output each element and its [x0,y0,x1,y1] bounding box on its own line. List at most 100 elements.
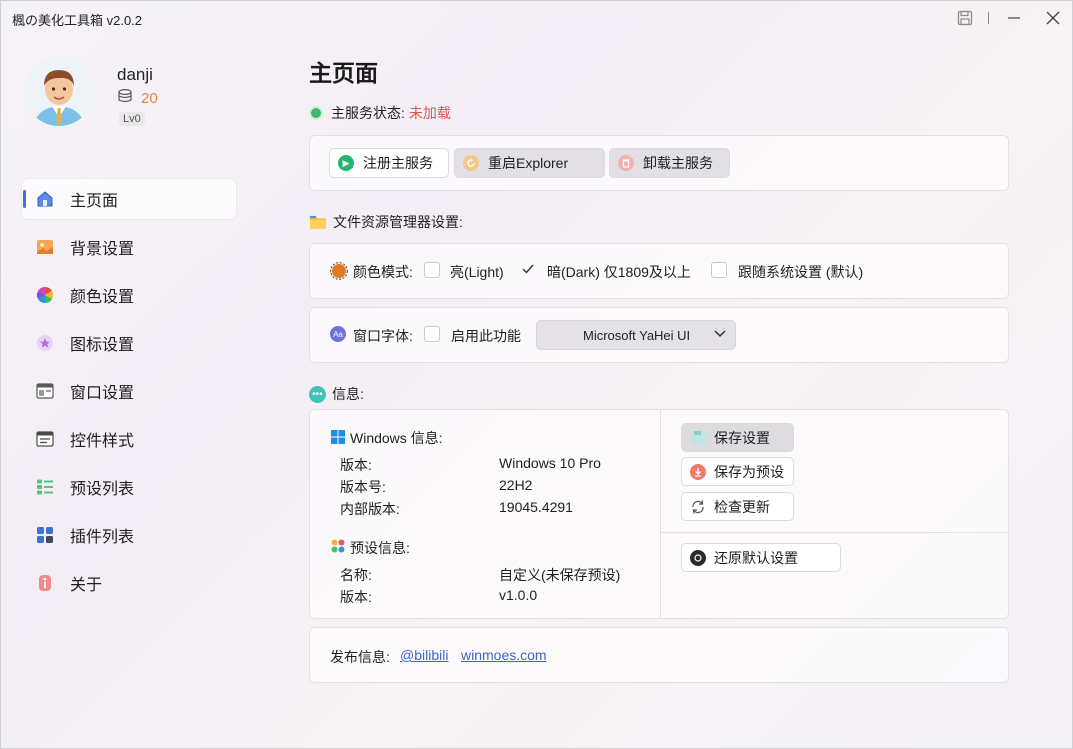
light-mode-checkbox[interactable] [424,262,440,278]
font-select[interactable]: Microsoft YaHei UI [536,320,736,350]
windows-info-title: Windows 信息: [350,430,443,446]
coin-count: 20 [141,90,158,107]
system-mode-label: 跟随系统设置 (默认) [738,264,864,280]
sidebar-item-background[interactable]: 背景设置 [22,227,236,267]
title-separator [988,12,989,24]
window-icon [36,382,54,400]
light-mode-label: 亮(Light) [450,264,504,280]
preset-info-value: 自定义(未保存预设) [499,567,621,583]
dark-mode-label: 暗(Dark) 仅1809及以上 [547,264,691,280]
color-wheel-icon [36,286,54,304]
refresh-icon [463,155,479,171]
windows-info-value: 19045.4291 [499,499,573,515]
enable-font-checkbox[interactable] [424,326,440,342]
windows-info-value: 22H2 [499,477,533,493]
sidebar-item-plugins[interactable]: 插件列表 [22,515,236,555]
register-service-button[interactable]: ▶ 注册主服务 [329,148,449,178]
windows-info-key: 内部版本: [340,501,400,517]
unload-service-button[interactable]: 卸载主服务 [609,148,730,178]
plugin-icon [36,526,54,544]
sidebar-item-label: 图标设置 [70,337,135,354]
chevron-down-icon [713,326,727,343]
sidebar-item-label: 控件样式 [70,433,135,450]
explorer-settings-heading: 文件资源管理器设置: [309,212,463,232]
font-icon: Aa [330,326,346,342]
play-icon: ▶ [338,155,354,171]
sidebar-item-about[interactable]: 关于 [22,563,236,603]
list-icon [36,478,54,496]
sidebar-item-presets[interactable]: 预设列表 [22,467,236,507]
restore-defaults-label: 还原默认设置 [714,549,798,566]
save-icon[interactable] [955,8,975,28]
sidebar-item-label: 窗口设置 [70,385,135,402]
check-update-label: 检查更新 [714,498,770,515]
sidebar-item-label: 颜色设置 [70,289,135,306]
sidebar-item-label: 关于 [70,577,103,594]
restart-explorer-button[interactable]: 重启Explorer [454,148,605,178]
font-select-value: Microsoft YaHei UI [583,328,691,343]
avatar[interactable] [24,56,94,126]
status-value: 未加载 [408,105,451,121]
release-label: 发布信息: [330,649,390,665]
save-settings-button[interactable]: 保存设置 [681,423,794,452]
sidebar-item-label: 主页面 [70,193,119,210]
restore-defaults-button[interactable]: 还原默认设置 [681,543,841,572]
sidebar-item-controls[interactable]: 控件样式 [22,419,236,459]
save-preset-button[interactable]: 保存为预设 [681,457,794,486]
register-service-label: 注册主服务 [363,155,433,171]
bilibili-link[interactable]: @bilibili [400,647,448,663]
app-window: 楓の美化工具箱 v2.0.2 danji 20 Lv0 主页面 背景设置 颜色设… [0,0,1073,749]
preset-info-value: v1.0.0 [499,587,538,603]
preset-info-title: 预设信息: [350,540,410,556]
service-status: 主服务状态: 未加载 [309,103,451,123]
info-heading: ••• 信息: [309,384,364,404]
release-card: 发布信息: @bilibili winmoes.com [309,627,1009,683]
trash-icon [618,155,634,171]
download-icon [690,463,706,480]
home-icon [36,190,54,208]
system-mode-checkbox[interactable] [711,262,727,278]
explorer-settings-label: 文件资源管理器设置: [333,214,463,230]
sidebar-nav: 主页面 背景设置 颜色设置 图标设置 窗口设置 控件样式 预设列表 插件列表 关… [22,179,236,611]
sidebar-item-home[interactable]: 主页面 [22,179,236,219]
more-icon: ••• [309,385,326,403]
windows-info-value: Windows 10 Pro [499,455,601,471]
service-card: ▶ 注册主服务 重启Explorer 卸载主服务 [309,135,1009,191]
color-mode-card: 颜色模式: 亮(Light) 暗(Dark) 仅1809及以上 跟随系统设置 (… [309,243,1009,299]
sidebar-item-window[interactable]: 窗口设置 [22,371,236,411]
dark-mode-checkbox[interactable] [520,261,536,277]
close-icon[interactable] [1043,8,1063,28]
restart-explorer-label: 重启Explorer [488,155,569,171]
preset-info-key: 名称: [340,567,372,583]
preset-icon [331,539,345,553]
windows-info-key: 版本号: [340,479,386,495]
check-update-button[interactable]: 检查更新 [681,492,794,521]
website-link[interactable]: winmoes.com [461,647,547,663]
enable-font-label: 启用此功能 [451,328,521,344]
control-icon [36,430,54,448]
page-title: 主页面 [309,60,378,86]
window-font-label: 窗口字体: [353,328,413,344]
status-indicator-icon [309,106,323,120]
sidebar-item-color[interactable]: 颜色设置 [22,275,236,315]
info-actions-divider [661,532,1009,533]
minimize-icon[interactable] [1004,8,1024,28]
windows-info-key: 版本: [340,457,372,473]
app-title: 楓の美化工具箱 v2.0.2 [12,13,143,28]
save-preset-label: 保存为预设 [714,463,784,480]
sidebar-item-label: 背景设置 [70,241,135,258]
image-icon [36,238,54,256]
save-settings-label: 保存设置 [714,429,770,446]
star-icon [36,334,54,352]
restore-icon [690,549,706,566]
unload-service-label: 卸载主服务 [643,155,713,171]
windows-logo-icon [331,430,345,444]
info-icon [36,574,54,592]
level-badge: Lv0 [119,112,145,126]
preset-info-key: 版本: [340,589,372,605]
username: danji [117,65,153,84]
info-card: Windows 信息: 版本: Windows 10 Pro 版本号: 22H2… [309,409,1009,619]
color-mode-icon [330,262,348,280]
sidebar-item-icon[interactable]: 图标设置 [22,323,236,363]
title-bar: 楓の美化工具箱 v2.0.2 [1,1,1072,35]
